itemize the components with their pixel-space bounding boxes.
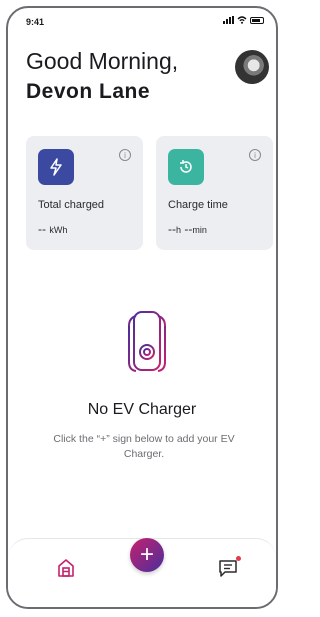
phone-frame: 9:41 Good Morning, Devon Lane i Total ch… [6,6,278,609]
card-label: Total charged [38,199,105,211]
message-icon[interactable] [218,558,238,578]
empty-state-description: Click the “+” sign below to add your EV … [53,433,235,460]
total-charged-card[interactable]: i Total charged -- kWh [26,136,143,250]
lightning-icon [38,149,74,185]
plus-icon: + [139,541,154,568]
status-time: 9:41 [26,17,45,27]
info-icon[interactable]: i [249,149,261,161]
card-value: --h --min [168,222,207,236]
card-label: Charge time [168,199,228,211]
ev-charger-icon [128,311,166,372]
user-name: Devon Lane [26,80,151,103]
add-charger-button[interactable]: + [130,538,164,572]
wifi-icon [237,16,247,24]
notification-badge [236,556,241,561]
status-icons [223,16,264,24]
greeting-text: Good Morning, [26,48,179,74]
empty-state-title: No EV Charger [87,401,197,418]
battery-icon [250,17,264,24]
card-value: -- kWh [38,222,68,236]
avatar[interactable] [235,50,269,84]
clock-rotate-icon [168,149,204,185]
charge-time-card[interactable]: i Charge time --h --min [156,136,273,250]
status-bar: 9:41 [8,8,276,32]
info-icon[interactable]: i [119,149,131,161]
home-icon[interactable] [57,558,75,578]
signal-icon [223,16,234,24]
